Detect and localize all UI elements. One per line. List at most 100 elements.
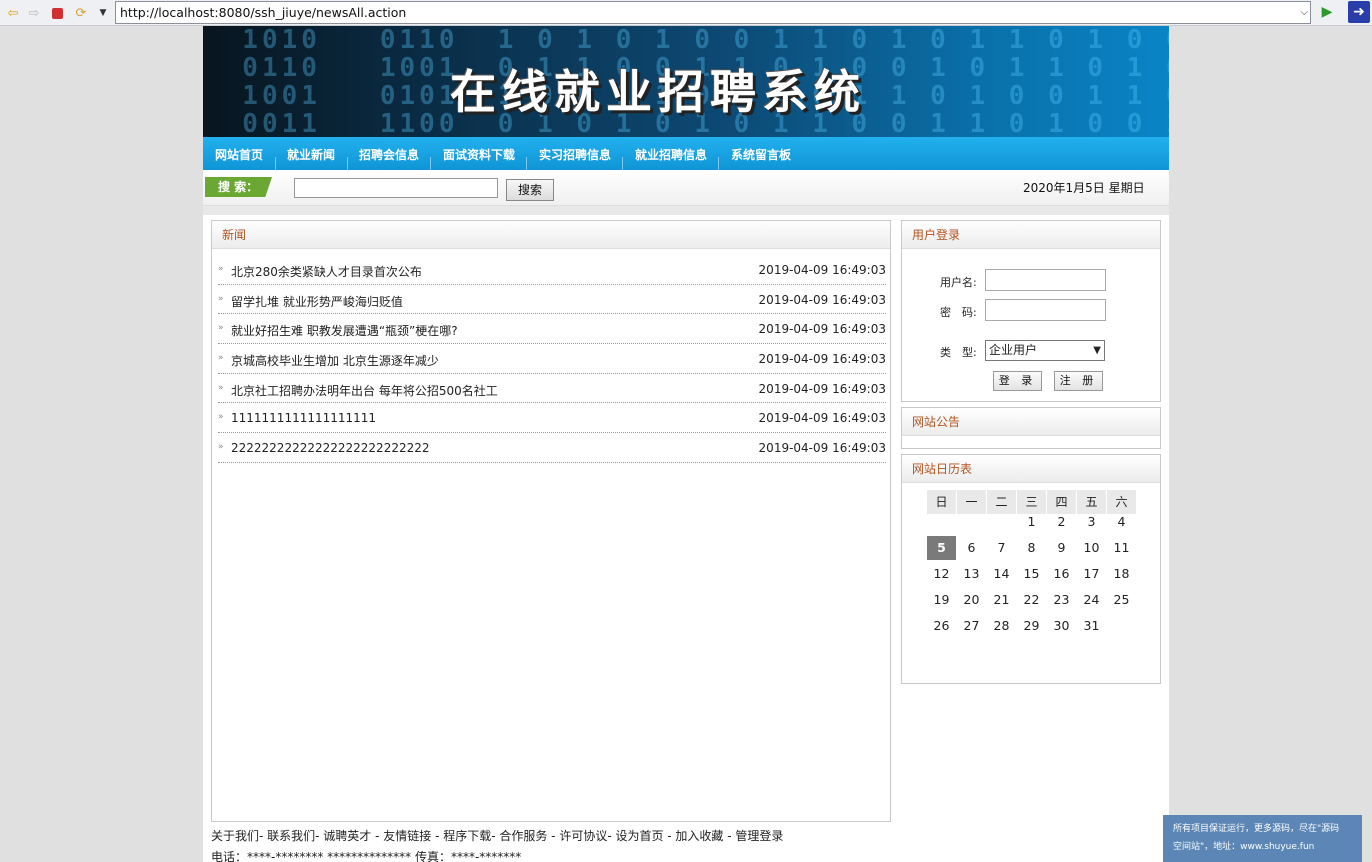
calendar-today[interactable]: 5 [927,536,956,560]
calendar-day[interactable]: 21 [987,588,1016,612]
bullet-icon: » [218,353,224,364]
calendar-day[interactable]: 25 [1107,588,1136,612]
calendar-day[interactable]: 27 [957,614,986,638]
main-nav: 网站首页 就业新闻 招聘会信息 面试资料下载 实习招聘信息 就业招聘信息 系统留… [203,137,1169,170]
nav-divider [718,157,719,170]
calendar-day[interactable]: 28 [987,614,1016,638]
news-title[interactable]: 留学扎堆 就业形势严峻海归贬值 [231,293,403,310]
nav-item-job-postings[interactable]: 就业招聘信息 [635,137,707,170]
calendar-day[interactable]: 2 [1047,510,1076,534]
calendar-day[interactable]: 30 [1047,614,1076,638]
back-icon[interactable]: ⇦ [4,4,22,22]
nav-item-interview-downloads[interactable]: 面试资料下载 [443,137,515,170]
news-time: 2019-04-09 16:49:03 [758,322,886,337]
calendar-day[interactable]: 17 [1077,562,1106,586]
news-title[interactable]: 京城高校毕业生增加 北京生源逐年减少 [231,352,439,369]
nav-item-home[interactable]: 网站首页 [215,137,263,170]
username-label: 用户名: [940,276,977,289]
forward-icon[interactable]: ⇨ [25,4,43,22]
username-input[interactable] [985,269,1106,291]
nav-item-message-board[interactable]: 系统留言板 [731,137,791,170]
user-type-select[interactable]: 企业用户 ▼ [985,340,1105,361]
calendar-day[interactable]: 16 [1047,562,1076,586]
news-item: » 22222222222222222222222222 2019-04-09 … [218,433,886,463]
calendar-day[interactable]: 14 [987,562,1016,586]
news-title[interactable]: 就业好招生难 职教发展遭遇“瓶颈”梗在哪? [231,322,458,339]
calendar-day[interactable]: 11 [1107,536,1136,560]
news-item: » 北京280余类紧缺人才目录首次公布 2019-04-09 16:49:03 [218,255,886,285]
nav-item-job-fair[interactable]: 招聘会信息 [359,137,419,170]
nav-item-employment-news[interactable]: 就业新闻 [287,137,335,170]
calendar-day[interactable]: 20 [957,588,986,612]
notice-panel: 网站公告 [901,407,1161,449]
calendar-day[interactable]: 7 [987,536,1016,560]
footer-contact: 电话：****-******** ************** 传真：****-… [211,850,522,862]
search-bar: 搜 索： 搜索 2020年1月5日 星期日 [203,170,1169,206]
search-input[interactable] [294,178,498,198]
calendar-day[interactable]: 12 [927,562,956,586]
news-item: » 北京社工招聘办法明年出台 每年将公招500名社工 2019-04-09 16… [218,374,886,404]
extension-icon[interactable]: ➜ [1348,1,1370,23]
news-item: » 1111111111111111111 2019-04-09 16:49:0… [218,403,886,434]
stop-icon[interactable] [48,4,66,22]
calendar-day[interactable]: 8 [1017,536,1046,560]
news-time: 2019-04-09 16:49:03 [758,292,886,307]
calendar-day[interactable]: 1 [1017,510,1046,534]
go-icon[interactable]: ▶ [1318,3,1336,21]
search-button[interactable]: 搜索 [506,179,554,201]
user-type-value: 企业用户 [989,343,1038,357]
calendar-day[interactable]: 9 [1047,536,1076,560]
url-bar[interactable]: http://localhost:8080/ssh_jiuye/newsAll.… [115,1,1311,24]
calendar-day[interactable]: 13 [957,562,986,586]
calendar-day[interactable]: 4 [1107,510,1136,534]
refresh-icon[interactable]: ⟳ [72,4,90,22]
nav-divider [275,157,276,170]
calendar-day[interactable]: 19 [927,588,956,612]
news-item: » 留学扎堆 就业形势严峻海归贬值 2019-04-09 16:49:03 [218,285,886,315]
calendar-day[interactable]: 26 [927,614,956,638]
password-input[interactable] [985,299,1106,321]
site-title: 在线就业招聘系统 [450,65,866,119]
calendar-day[interactable]: 23 [1047,588,1076,612]
password-label: 密 码: [940,306,977,319]
news-title[interactable]: 北京280余类紧缺人才目录首次公布 [231,263,422,280]
news-title[interactable]: 22222222222222222222222222 [231,441,430,455]
news-title[interactable]: 北京社工招聘办法明年出台 每年将公招500名社工 [231,382,498,399]
calendar-day[interactable]: 15 [1017,562,1046,586]
divider [203,206,1169,215]
calendar-day[interactable]: 6 [957,536,986,560]
calendar-day[interactable]: 24 [1077,588,1106,612]
calendar-panel: 网站日历表 日一二三四五六 1 2 3 4 5 6 7 8 9 10 11 12 13 14 15 16 17 18… [901,454,1161,684]
nav-item-internships[interactable]: 实习招聘信息 [539,137,611,170]
calendar-day[interactable]: 31 [1077,614,1106,638]
calendar-weekday: 日 [927,490,956,514]
bullet-icon: » [218,264,224,274]
nav-divider [526,157,527,170]
calendar-day[interactable]: 22 [1017,588,1046,612]
url-text: http://localhost:8080/ssh_jiuye/newsAll.… [120,5,407,20]
chevron-down-icon: ▼ [1093,345,1101,356]
news-title[interactable]: 1111111111111111111 [231,411,376,425]
login-panel: 用户登录 用户名: 密 码: 类 型: 企业用户 ▼ 登 录 注 册 [901,220,1161,402]
calendar-day[interactable]: 18 [1107,562,1136,586]
bullet-icon: » [218,293,224,304]
footer-links[interactable]: 关于我们- 联系我们- 诚聘英才 - 友情链接 - 程序下载- 合作服务 - 许… [211,827,783,844]
nav-divider [622,157,623,170]
url-dropdown-icon[interactable]: ⌵ [1300,2,1308,23]
login-button[interactable]: 登 录 [993,371,1042,391]
history-dropdown-icon[interactable]: ▼ [94,4,112,22]
current-date: 2020年1月5日 星期日 [1023,181,1145,195]
register-button[interactable]: 注 册 [1054,371,1103,391]
news-list: » 北京280余类紧缺人才目录首次公布 2019-04-09 16:49:03 … [218,255,886,463]
calendar-weekday: 一 [957,490,986,514]
bullet-icon: » [218,442,224,453]
news-time: 2019-04-09 16:49:03 [758,441,886,456]
login-heading: 用户登录 [902,221,1160,249]
news-time: 2019-04-09 16:49:03 [758,411,886,426]
promo-banner: 所有项目保证运行，更多源码，尽在"源码 空间站"，地址：www.shuyue.f… [1163,815,1362,862]
calendar-day[interactable]: 3 [1077,510,1106,534]
calendar-day[interactable]: 29 [1017,614,1046,638]
bullet-icon: » [218,323,224,334]
calendar-day[interactable]: 10 [1077,536,1106,560]
nav-divider [430,157,431,170]
